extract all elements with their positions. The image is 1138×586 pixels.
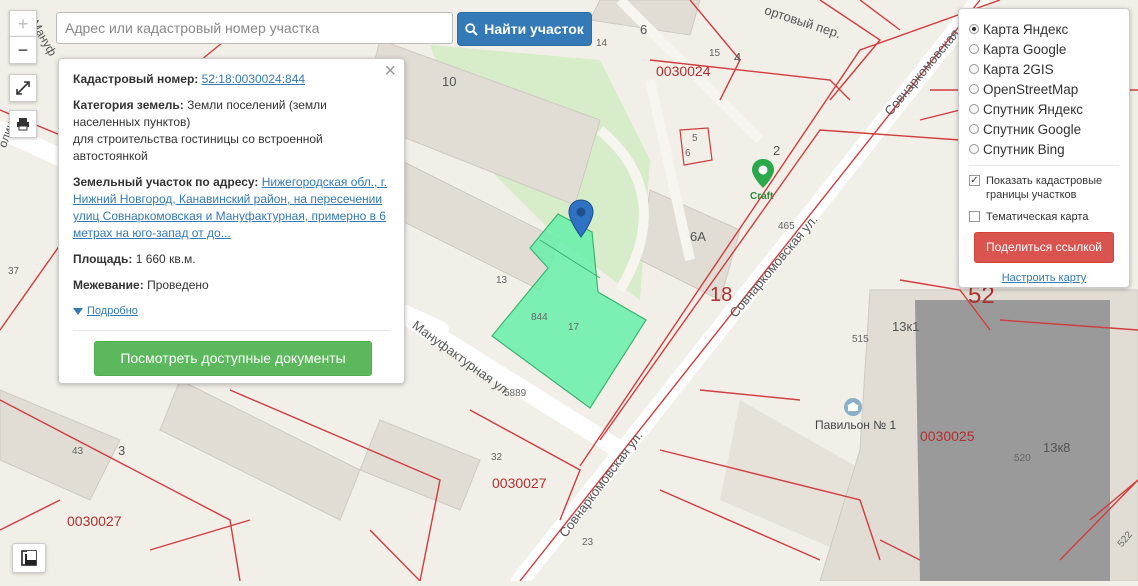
show-borders-checkbox[interactable]: ✓ xyxy=(969,175,980,186)
layer-option-label: Карта 2GIS xyxy=(983,61,1054,77)
show-borders-label: Показать кадастровые границы участков xyxy=(986,175,1103,201)
building-number: 13к8 xyxy=(1043,440,1071,455)
parcel-marker-icon[interactable] xyxy=(568,199,594,239)
radio-button[interactable] xyxy=(969,84,979,94)
divider xyxy=(969,165,1119,166)
layer-option[interactable]: Карта 2GIS xyxy=(969,59,1119,79)
survey-row: Межевание: Проведено xyxy=(73,277,390,294)
divider xyxy=(73,330,390,331)
zoom-in-button[interactable]: + xyxy=(9,10,37,38)
quarter-number: 0030027 xyxy=(492,475,547,491)
ruler-button[interactable] xyxy=(12,543,46,573)
print-button[interactable] xyxy=(9,110,37,138)
building-number: 23 xyxy=(582,537,594,548)
purpose-value: для строительства гостиницы со встроенно… xyxy=(73,132,323,163)
layer-option[interactable]: Спутник Яндекс xyxy=(969,99,1119,119)
parcel-info-panel: × Кадастровый номер: 52:18:0030024:844 К… xyxy=(58,58,405,384)
building-number: 43 xyxy=(72,446,84,457)
zoom-out-button[interactable]: − xyxy=(9,36,37,64)
parcel-number: 844 xyxy=(531,312,548,323)
quarter-number: 0030024 xyxy=(656,63,711,79)
building-number: 17 xyxy=(568,322,580,333)
map-pin-icon[interactable] xyxy=(751,158,775,190)
category-row: Категория земель: Земли поселений (земли… xyxy=(73,97,390,165)
search-icon xyxy=(465,22,478,36)
configure-map-link[interactable]: Настроить карту xyxy=(969,272,1119,284)
show-borders-option[interactable]: ✓ Показать кадастровые границы участков xyxy=(969,174,1119,202)
close-icon[interactable]: × xyxy=(384,61,396,81)
area-label: Площадь: xyxy=(73,252,133,266)
view-documents-button[interactable]: Посмотреть доступные документы xyxy=(94,341,372,376)
layer-option[interactable]: OpenStreetMap xyxy=(969,79,1119,99)
find-parcel-label: Найти участок xyxy=(484,21,584,37)
layer-option[interactable]: Карта Яндекс xyxy=(969,19,1119,39)
address-label: Земельный участок по адресу: xyxy=(73,175,259,189)
layer-option-label: OpenStreetMap xyxy=(983,81,1079,97)
area-value: 1 660 кв.м. xyxy=(135,252,196,266)
layer-list: Карта Яндекс Карта Google Карта 2GIS Ope… xyxy=(969,19,1119,159)
building-number: 37 xyxy=(8,266,20,277)
layer-option-label: Карта Google xyxy=(983,41,1067,57)
radio-button[interactable] xyxy=(969,24,979,34)
building-number: 14 xyxy=(596,38,608,49)
layer-option[interactable]: Спутник Bing xyxy=(969,139,1119,159)
building-number: 6 xyxy=(640,22,648,37)
poi-label: Павильон № 1 xyxy=(815,418,897,432)
building-number: 520 xyxy=(1014,453,1031,464)
building-number: 4 xyxy=(734,50,742,65)
building-number: 515 xyxy=(852,334,869,345)
building-number: 15 xyxy=(709,48,721,59)
layer-option[interactable]: Карта Google xyxy=(969,39,1119,59)
building-number: 32 xyxy=(491,452,503,463)
area-row: Площадь: 1 660 кв.м. xyxy=(73,251,390,268)
building-number: 13к1 xyxy=(892,319,920,334)
details-link[interactable]: Подробно xyxy=(87,303,138,320)
cadastral-link[interactable]: 52:18:0030024:844 xyxy=(202,72,305,86)
layer-option-label: Спутник Bing xyxy=(983,141,1065,157)
fullscreen-button[interactable] xyxy=(9,74,37,102)
search-input[interactable] xyxy=(56,12,453,44)
radio-button[interactable] xyxy=(969,144,979,154)
address-row: Земельный участок по адресу: Нижегородск… xyxy=(73,174,390,242)
share-link-button[interactable]: Поделиться ссылкой xyxy=(974,232,1114,263)
building-number: 6А xyxy=(690,229,706,244)
map-layers-panel: Карта Яндекс Карта Google Карта 2GIS Ope… xyxy=(958,8,1130,288)
expand-icon xyxy=(16,81,30,95)
category-label: Категория земель: xyxy=(73,98,184,112)
thematic-label: Тематическая карта xyxy=(986,211,1089,223)
thematic-checkbox[interactable] xyxy=(969,211,980,222)
thematic-option[interactable]: Тематическая карта xyxy=(969,210,1119,224)
ruler-icon xyxy=(21,550,37,566)
find-parcel-button[interactable]: Найти участок xyxy=(457,12,592,46)
block-number: 18 xyxy=(710,284,733,306)
quarter-number: 0030027 xyxy=(67,513,122,529)
printer-icon xyxy=(17,118,29,131)
survey-value: Проведено xyxy=(147,278,209,292)
radio-button[interactable] xyxy=(969,64,979,74)
cadastral-row: Кадастровый номер: 52:18:0030024:844 xyxy=(73,71,390,88)
layer-option-label: Карта Яндекс xyxy=(983,21,1069,37)
layer-option[interactable]: Спутник Google xyxy=(969,119,1119,139)
building-number: 10 xyxy=(442,74,457,89)
building-number: 2 xyxy=(773,143,781,158)
details-toggle[interactable]: Подробно xyxy=(73,303,390,320)
building-number: 5 xyxy=(692,133,698,144)
layer-option-label: Спутник Яндекс xyxy=(983,101,1084,117)
quarter-number: 0030025 xyxy=(920,428,975,444)
museum-icon[interactable] xyxy=(843,397,863,417)
survey-label: Межевание: xyxy=(73,278,144,292)
layer-option-label: Спутник Google xyxy=(983,121,1082,137)
radio-button[interactable] xyxy=(969,44,979,54)
caret-down-icon xyxy=(73,307,83,315)
radio-button[interactable] xyxy=(969,124,979,134)
poi-label: Craft xyxy=(750,191,774,202)
radio-button[interactable] xyxy=(969,104,979,114)
cadastral-label: Кадастровый номер: xyxy=(73,72,199,86)
building-number: 3 xyxy=(118,443,126,458)
building-number: 6 xyxy=(685,148,691,159)
building-number: 13 xyxy=(496,275,508,286)
